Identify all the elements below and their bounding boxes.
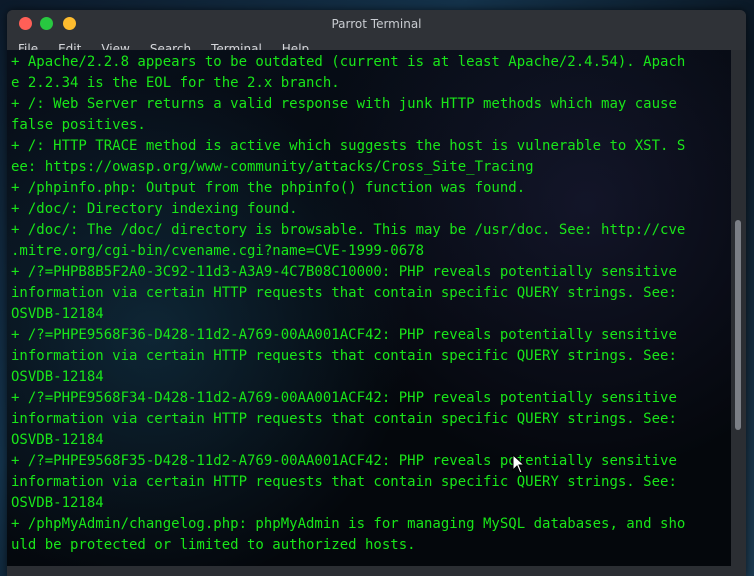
terminal-line: + /phpMyAdmin/changelog.php: phpMyAdmin … xyxy=(11,516,686,532)
terminal-line: information via certain HTTP requests th… xyxy=(11,411,677,427)
terminal-line: OSVDB-12184 xyxy=(11,432,104,448)
terminal-line: ee: https://owasp.org/www-community/atta… xyxy=(11,159,534,175)
terminal-line: OSVDB-12184 xyxy=(11,369,104,385)
terminal-line: + /: Web Server returns a valid response… xyxy=(11,96,677,112)
terminal-line: information via certain HTTP requests th… xyxy=(11,348,677,364)
terminal-line: OSVDB-12184 xyxy=(11,306,104,322)
terminal-output-area[interactable]: + Apache/2.2.8 appears to be outdated (c… xyxy=(7,50,731,566)
terminal-line: + /phpinfo.php: Output from the phpinfo(… xyxy=(11,180,526,196)
title-bar[interactable]: Parrot Terminal xyxy=(7,10,746,38)
terminal-line: .mitre.org/cgi-bin/cvename.cgi?name=CVE-… xyxy=(11,243,425,259)
terminal-line: information via certain HTTP requests th… xyxy=(11,474,677,490)
terminal-line: e 2.2.34 is the EOL for the 2.x branch. xyxy=(11,75,340,91)
terminal-line: + /?=PHPE9568F36-D428-11d2-A769-00AA001A… xyxy=(11,327,677,343)
window-title: Parrot Terminal xyxy=(331,17,422,31)
mouse-pointer-icon xyxy=(512,454,526,474)
vertical-scrollbar[interactable] xyxy=(731,50,746,566)
terminal-line: OSVDB-12184 xyxy=(11,495,104,511)
terminal-line: + /: HTTP TRACE method is active which s… xyxy=(11,138,686,154)
terminal-line: false positives. xyxy=(11,117,146,133)
scrollbar-thumb[interactable] xyxy=(735,220,741,430)
minimize-icon[interactable] xyxy=(63,17,76,30)
terminal-line: uld be protected or limited to authorize… xyxy=(11,537,416,553)
terminal-line: + /doc/: Directory indexing found. xyxy=(11,201,298,217)
terminal-line: + /?=PHPE9568F35-D428-11d2-A769-00AA001A… xyxy=(11,453,677,469)
terminal-line: + /?=PHPB8B5F2A0-3C92-11d3-A3A9-4C7B08C1… xyxy=(11,264,677,280)
terminal-line: + /?=PHPE9568F34-D428-11d2-A769-00AA001A… xyxy=(11,390,677,406)
terminal-output: + Apache/2.2.8 appears to be outdated (c… xyxy=(7,50,731,556)
maximize-icon[interactable] xyxy=(40,17,53,30)
close-icon[interactable] xyxy=(19,17,32,30)
terminal-line: information via certain HTTP requests th… xyxy=(11,285,677,301)
terminal-line: + Apache/2.2.8 appears to be outdated (c… xyxy=(11,54,686,70)
terminal-line: + /doc/: The /doc/ directory is browsabl… xyxy=(11,222,686,238)
